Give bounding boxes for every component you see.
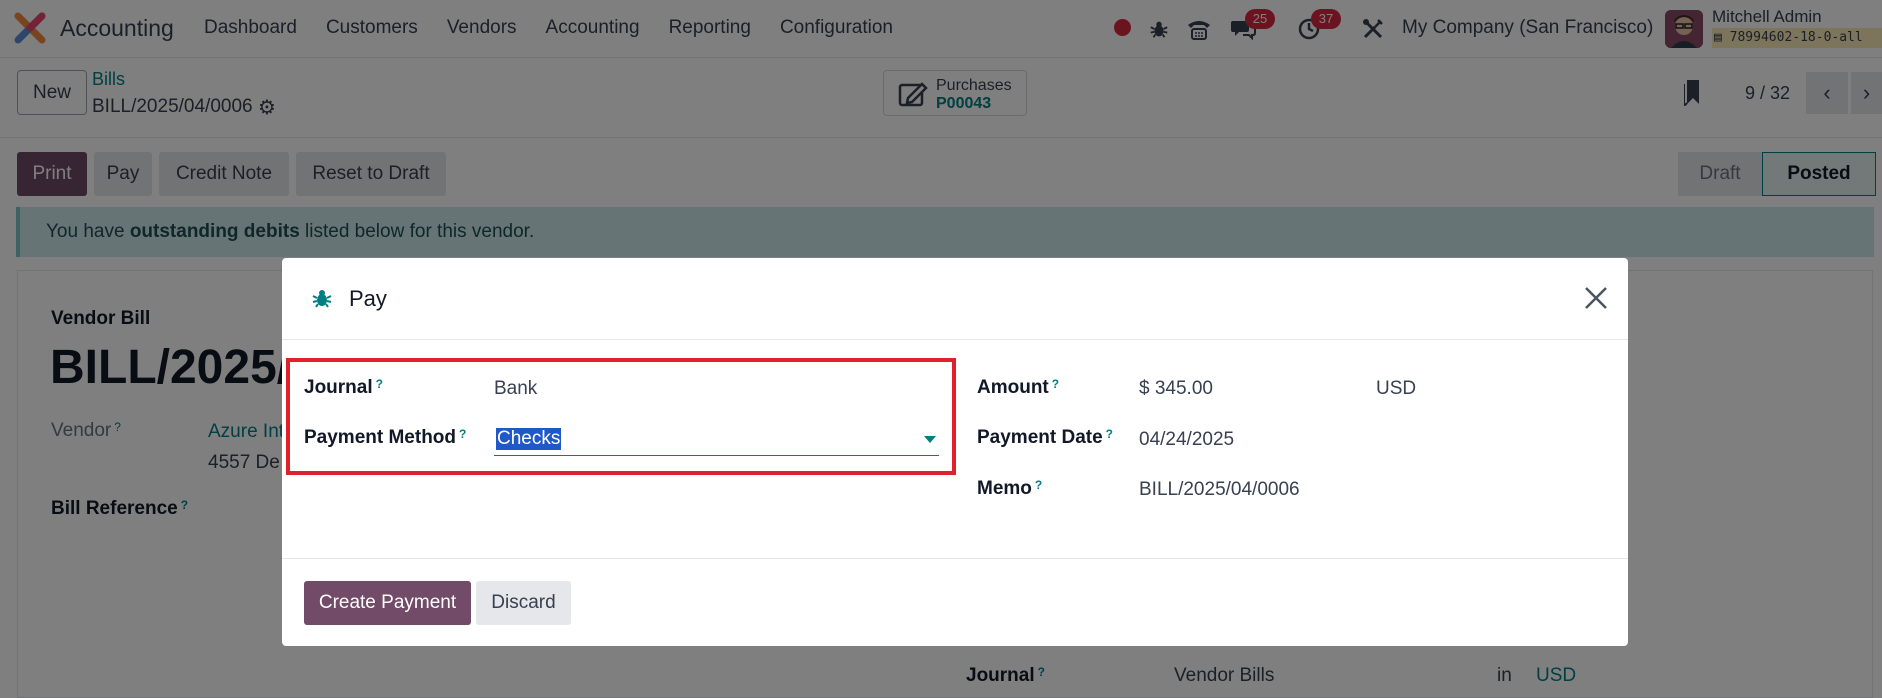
dialog-title: Pay bbox=[349, 286, 387, 311]
payment-date-input[interactable]: 04/24/2025 bbox=[1139, 429, 1234, 451]
payment-method-value: Checks bbox=[496, 428, 562, 450]
amount-input[interactable]: $ 345.00 bbox=[1139, 378, 1213, 400]
memo-input[interactable]: BILL/2025/04/0006 bbox=[1139, 479, 1300, 501]
help-icon: ? bbox=[459, 427, 467, 441]
journal-field-value[interactable]: Bank bbox=[494, 378, 537, 400]
payment-method-select[interactable]: Checks bbox=[494, 422, 939, 456]
payment-date-label: Payment Date? bbox=[977, 427, 1114, 448]
bug-icon bbox=[312, 290, 332, 308]
help-icon: ? bbox=[1105, 427, 1114, 441]
dialog-footer: Create Payment Discard bbox=[282, 558, 1628, 646]
amount-currency[interactable]: USD bbox=[1376, 378, 1416, 400]
memo-label: Memo? bbox=[977, 478, 1043, 499]
caret-down-icon bbox=[924, 436, 936, 443]
help-icon: ? bbox=[375, 377, 383, 391]
discard-button[interactable]: Discard bbox=[476, 581, 571, 625]
create-payment-button[interactable]: Create Payment bbox=[304, 581, 471, 625]
pay-dialog: Pay Journal? Bank Payment Method? Checks… bbox=[282, 258, 1628, 646]
journal-field-label: Journal? bbox=[304, 377, 383, 398]
help-icon: ? bbox=[1051, 377, 1060, 391]
help-icon: ? bbox=[1034, 478, 1043, 492]
amount-label: Amount? bbox=[977, 377, 1060, 398]
highlight-box bbox=[286, 358, 956, 475]
close-icon[interactable] bbox=[1582, 284, 1610, 312]
payment-method-label: Payment Method? bbox=[304, 427, 467, 448]
dialog-header: Pay bbox=[282, 258, 1628, 340]
